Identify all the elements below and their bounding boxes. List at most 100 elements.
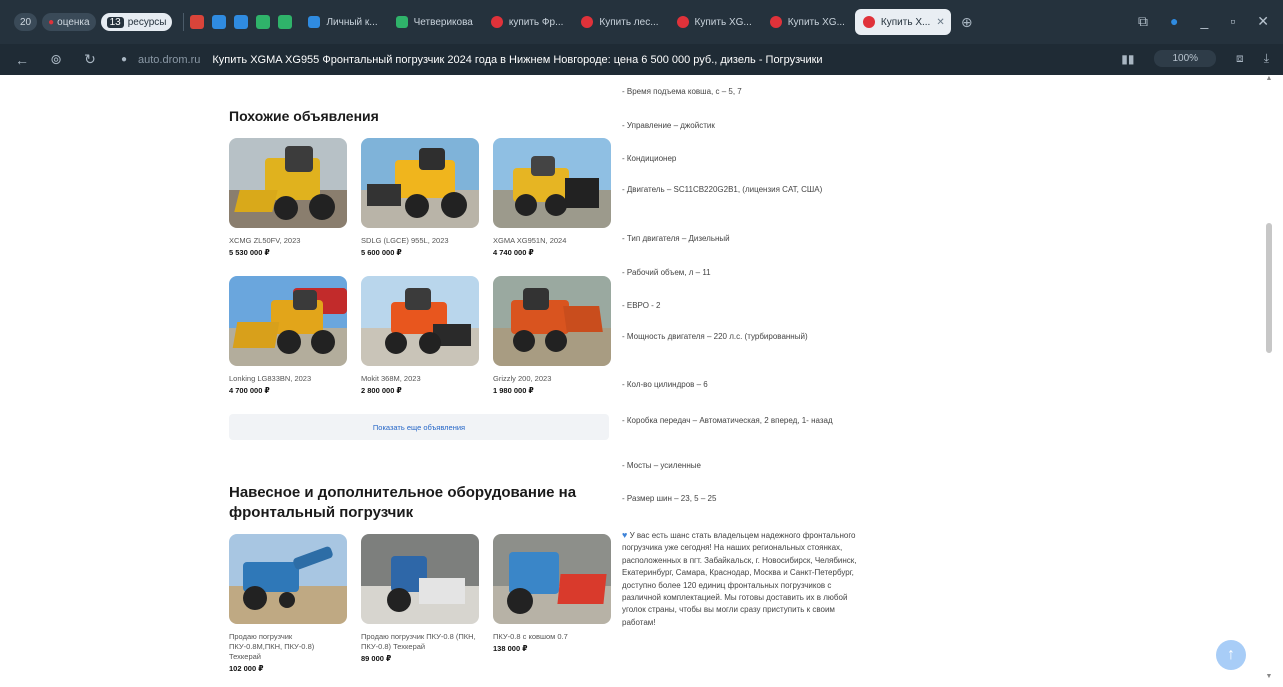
listing-photo[interactable] [229,138,347,228]
listing-price: 4 740 000 ₽ [493,248,534,257]
favicon-icon [769,16,782,28]
page-title[interactable]: Купить XGMA XG955 Фронтальный погрузчик … [212,54,952,66]
tab-label: Купить XG... [694,16,752,28]
extensions-icon[interactable]: ⧈ [1236,51,1244,66]
url-domain[interactable]: auto.drom.ru [138,54,200,66]
listing-name[interactable]: Продаю погрузчик ПКУ-0.8М,ПКН, ПКУ-0.8) … [229,632,347,662]
address-bar: ← ⊚ ↻ ● auto.drom.ru Купить XGMA XG955 Ф… [0,44,1283,75]
spec-line: - Коробка передач – Автоматическая, 2 вп… [622,416,833,425]
tab-count: 20 [20,16,32,28]
listing-photo[interactable] [493,534,611,624]
tab-group-assessment[interactable]: ● оценка [42,13,96,31]
tab-chetverikova[interactable]: Четверикова [388,9,481,35]
reload-icon[interactable]: ↻ [82,51,98,68]
listing-card[interactable]: ПКУ-0.8 с ковшом 0.7 138 000 ₽ [493,534,611,673]
listing-price: 89 000 ₽ [361,654,392,663]
search-icon[interactable] [256,15,271,29]
show-more-button[interactable]: Показать еще объявления [229,414,609,440]
scrollbar-thumb[interactable] [1266,223,1272,353]
listing-price: 102 000 ₽ [229,664,264,673]
download-icon[interactable]: ⤓ [1264,51,1269,66]
new-tab-button[interactable]: ⊕ [953,9,981,35]
similar-grid-row-1: XCMG ZL50FV, 2023 5 530 000 ₽ SDLG (LGCE… [229,138,612,257]
spec-line: - Кондиционер [622,154,677,163]
tab-buy-xg-1[interactable]: Купить XG... [669,9,760,35]
listing-card[interactable]: Продаю погрузчик ПКУ-0.8 (ПКН, ПКУ-0.8) … [361,534,479,673]
listing-photo[interactable] [493,276,611,366]
listing-photo[interactable] [361,276,479,366]
spec-line: - Управление – джойстик [622,121,715,130]
tab-group-resources[interactable]: 13 ресурсы [100,13,173,31]
attachments-title: Навесное и дополнительное оборудование н… [229,484,577,521]
promo-body: У вас есть шанс стать владельцем надежно… [622,531,857,627]
listing-photo[interactable] [361,534,479,624]
listing-name[interactable]: SDLG (LGCE) 955L, 2023 [361,236,479,246]
plus-icon: ⊕ [960,13,973,30]
favicon-icon [676,16,689,28]
dot-icon: ● [48,16,55,28]
app-icon[interactable] [234,15,249,29]
listing-card[interactable]: SDLG (LGCE) 955L, 2023 5 600 000 ₽ [361,138,479,257]
show-more-label: Показать еще объявления [372,422,466,432]
tab-group-count: 13 [106,16,124,28]
app-icon[interactable] [190,15,205,29]
scroll-down-icon[interactable]: ▼ [1264,673,1274,680]
listing-card[interactable]: Продаю погрузчик ПКУ-0.8М,ПКН, ПКУ-0.8) … [229,534,347,673]
listing-name[interactable]: ПКУ-0.8 с ковшом 0.7 [493,632,611,642]
lock-icon: ● [120,54,128,65]
spec-line: - Кол-во цилиндров – 6 [622,380,708,389]
browser-tab-bar: 20 ● оценка 13 ресурсы Личный к... Четвери… [0,0,1283,44]
spec-line: - Тип двигателя – Дизельный [622,234,730,243]
tab-group-label: ресурсы [127,16,167,28]
protect-icon[interactable]: ⊚ [48,51,64,68]
close-window-icon[interactable]: ✕ [1257,13,1269,30]
favicon-icon [581,16,594,28]
heart-icon: ♥ [622,530,628,540]
reader-icon[interactable]: ▮▮ [1121,52,1134,66]
listing-photo[interactable] [229,276,347,366]
tab-buy-front[interactable]: купить Фр... [483,9,572,35]
scroll-up-icon[interactable]: ▲ [1264,75,1274,82]
zoom-level[interactable]: 100% [1154,50,1217,67]
listing-photo[interactable] [229,534,347,624]
back-icon[interactable]: ← [14,52,30,68]
minimize-icon[interactable]: _ [1201,13,1209,30]
tab-manager-icon[interactable]: ⧉ [1138,13,1148,30]
listing-photo[interactable] [361,138,479,228]
similar-title: Похожие объявления [229,108,379,124]
listing-name[interactable]: Grizzly 200, 2023 [493,374,611,384]
profile-icon[interactable]: ● [1170,13,1178,30]
tab-active[interactable]: Купить X... ✕ [854,9,951,35]
attachments-grid: Продаю погрузчик ПКУ-0.8М,ПКН, ПКУ-0.8) … [229,534,612,673]
similar-grid-row-2: Lonking LG833BN, 2023 4 700 000 ₽ Mokit … [229,276,612,395]
listing-name[interactable]: Mokit 368M, 2023 [361,374,479,384]
spec-line: - ЕВРО - 2 [622,301,661,310]
spec-line: - Размер шин – 23, 5 – 25 [622,494,717,503]
listing-name[interactable]: XCMG ZL50FV, 2023 [229,236,347,246]
listing-price: 5 530 000 ₽ [229,248,270,257]
scrollbar[interactable]: ▲ ▼ [1264,75,1274,687]
search-icon[interactable] [278,15,293,29]
tab-buy-forest[interactable]: Купить лес... [573,9,666,35]
scroll-to-top-button[interactable]: ↑ [1216,640,1246,670]
listing-name[interactable]: Lonking LG833BN, 2023 [229,374,347,384]
listing-card[interactable]: XGMA XG951N, 2024 4 740 000 ₽ [493,138,611,257]
listing-price: 138 000 ₽ [493,644,528,653]
listing-card[interactable]: Mokit 368M, 2023 2 800 000 ₽ [361,276,479,395]
listing-card[interactable]: XCMG ZL50FV, 2023 5 530 000 ₽ [229,138,347,257]
listing-card[interactable]: Grizzly 200, 2023 1 980 000 ₽ [493,276,611,395]
arrow-up-icon: ↑ [1227,646,1235,663]
listing-name[interactable]: XGMA XG951N, 2024 [493,236,611,246]
close-icon[interactable]: ✕ [936,17,944,28]
listing-photo[interactable] [493,138,611,228]
favicon-icon [395,16,408,28]
favicon-icon [862,16,875,28]
spec-line: - Рабочий объем, л – 11 [622,268,711,277]
maximize-icon[interactable]: ▫ [1230,13,1235,30]
app-icon[interactable] [212,15,227,29]
listing-card[interactable]: Lonking LG833BN, 2023 4 700 000 ₽ [229,276,347,395]
tab-personal[interactable]: Личный к... [300,9,385,35]
tab-buy-xg-2[interactable]: Купить XG... [762,9,853,35]
tab-counter[interactable]: 20 [14,13,38,31]
listing-name[interactable]: Продаю погрузчик ПКУ-0.8 (ПКН, ПКУ-0.8) … [361,632,479,652]
